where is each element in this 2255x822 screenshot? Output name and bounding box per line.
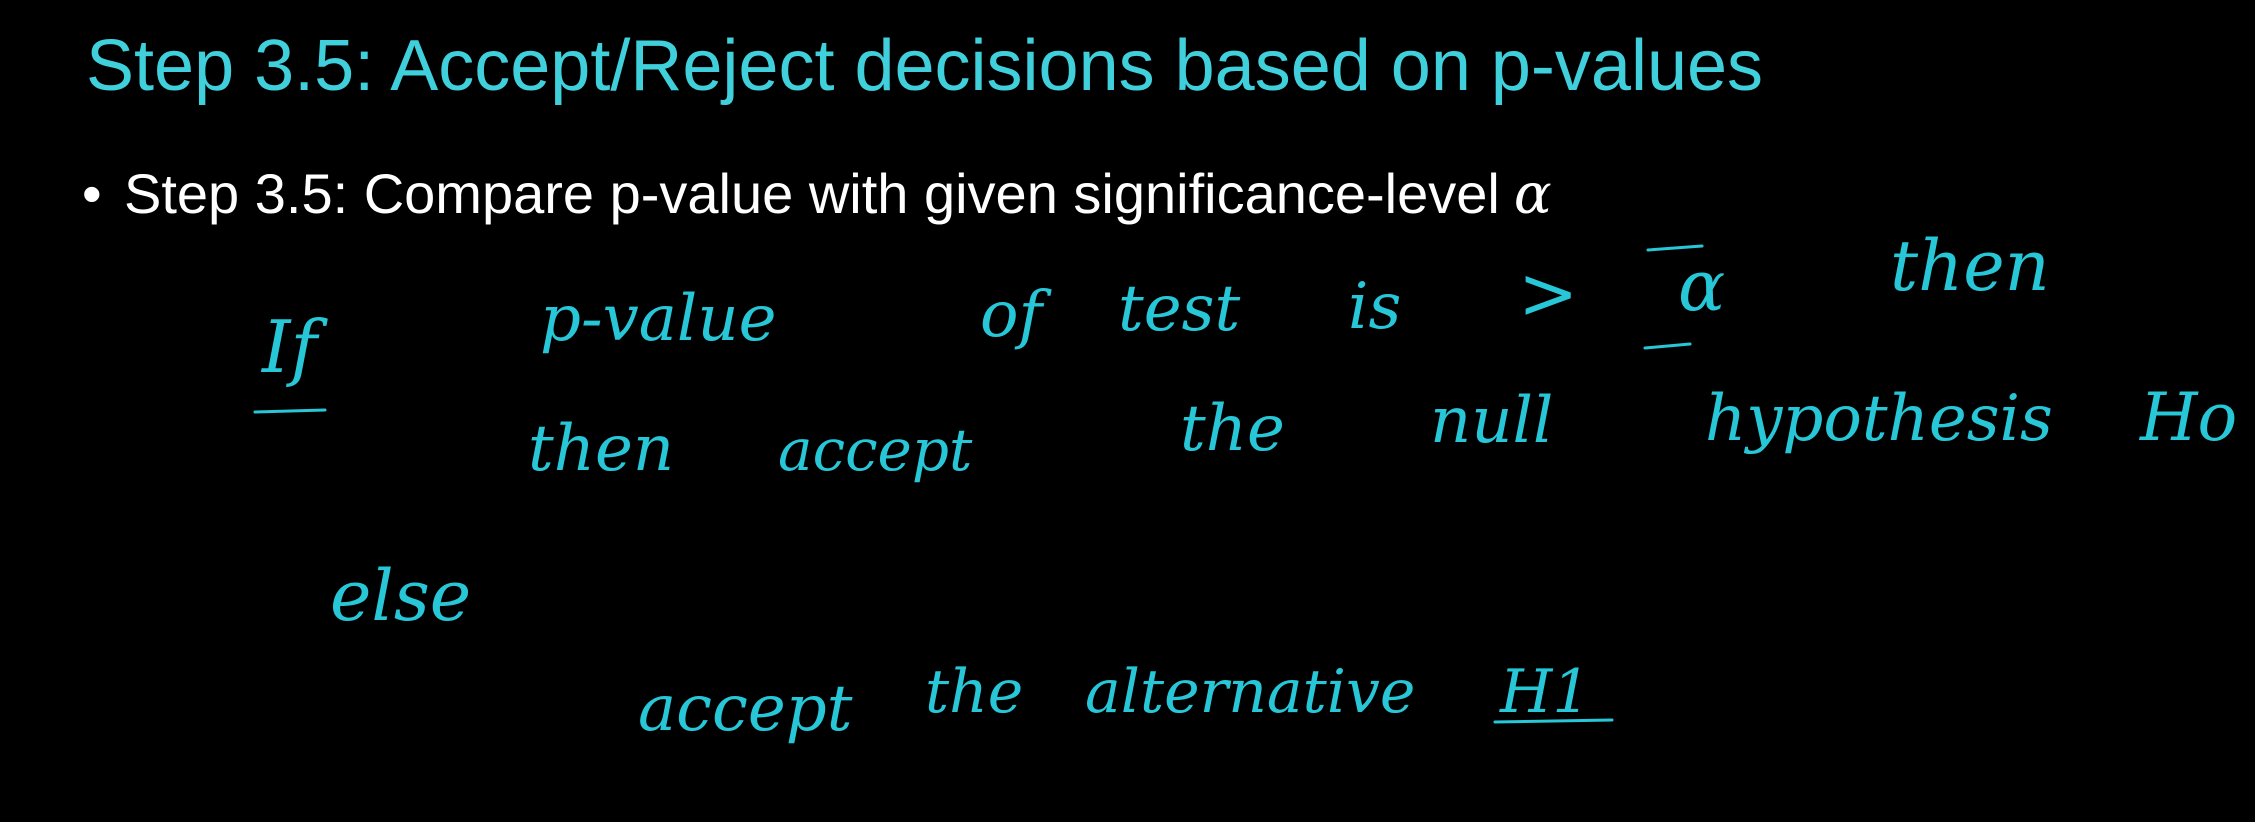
handwritten-annotations: If p-value of test is > α then then acce… [253, 225, 2237, 746]
ink-word-alternative: alternative [1085, 657, 1415, 727]
ink-underline-h1 [1493, 718, 1614, 724]
ink-word-accept-1: accept [778, 416, 973, 484]
ink-word-the-2: the [925, 657, 1023, 727]
ink-word-accept-2: accept [638, 672, 853, 746]
ink-word-if: If [260, 305, 328, 389]
slide: Step 3.5: Accept/Reject decisions based … [0, 0, 2255, 822]
ink-word-of: of [980, 278, 1053, 352]
ink-underline-if [253, 408, 327, 414]
ink-word-alpha: α [1678, 245, 1725, 327]
ink-word-hypothesis: hypothesis [1705, 382, 2053, 456]
ink-word-null: null [1430, 384, 1553, 458]
ink-word-ho: Ho [2139, 379, 2237, 456]
ink-word-p-value: p-value [540, 282, 776, 356]
ink-word-then-2: then [528, 412, 674, 486]
ink-word-else: else [330, 555, 471, 637]
ink-word-then-1: then [1890, 225, 2050, 307]
ink-word-test: test [1118, 272, 1240, 346]
ink-word-is: is [1348, 270, 1401, 344]
ink-underbar-alpha [1643, 342, 1692, 350]
ink-word-h1: H1 [1499, 657, 1591, 727]
ink-word-gt: > [1518, 251, 1578, 335]
ink-word-the-1: the [1180, 392, 1285, 466]
